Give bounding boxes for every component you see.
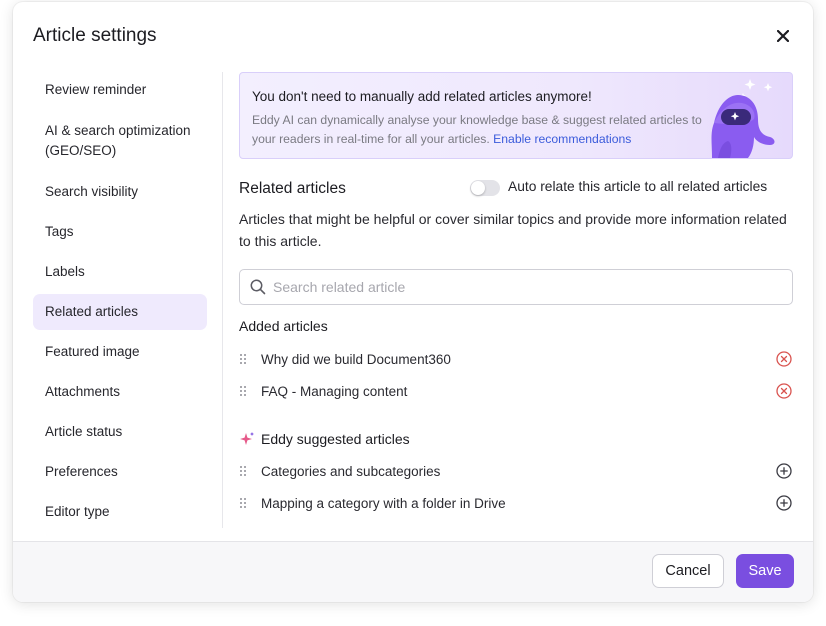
sidebar-item-label: Editor type (45, 504, 110, 519)
cancel-button[interactable]: Cancel (652, 554, 724, 588)
add-circle-icon (776, 463, 792, 479)
add-article-button[interactable] (775, 462, 793, 480)
sidebar-item-related-articles[interactable]: Related articles (33, 294, 207, 330)
related-articles-description: Articles that might be helpful or cover … (239, 211, 787, 249)
sidebar-item-featured-image[interactable]: Featured image (33, 334, 207, 370)
sidebar-item-preferences[interactable]: Preferences (33, 454, 207, 490)
drag-handle-icon[interactable] (239, 497, 261, 509)
auto-relate-label: Auto relate this article to all related … (508, 179, 768, 194)
added-articles-title: Added articles (239, 318, 328, 334)
remove-article-button[interactable] (775, 350, 793, 368)
sidebar-item-review-reminder[interactable]: Review reminder (33, 72, 207, 108)
drag-handle-icon[interactable] (239, 353, 261, 365)
sidebar-item-label: Review reminder (45, 82, 147, 97)
sidebar-item-tags[interactable]: Tags (33, 214, 207, 250)
sidebar-item-label: Search visibility (45, 184, 139, 199)
drag-handle-icon[interactable] (239, 385, 261, 397)
sparkle-icon (240, 432, 254, 445)
sidebar-item-label: Labels (45, 264, 85, 279)
sidebar-item-label: Featured image (45, 344, 140, 359)
close-icon (777, 30, 789, 42)
dialog-title: Article settings (33, 25, 157, 46)
search-icon (250, 279, 266, 295)
eddy-ai-banner: You don't need to manually add related a… (239, 72, 793, 159)
dialog-footer: Cancel Save (13, 541, 813, 602)
sidebar-item-label: Preferences (45, 464, 118, 479)
search-input[interactable] (273, 270, 773, 304)
banner-text: Eddy AI can dynamically analyse your kno… (252, 111, 722, 149)
sidebar-item-ai-search-optimization[interactable]: AI & search optimization (GEO/SEO) (33, 112, 207, 170)
sidebar-divider (222, 72, 223, 528)
add-article-button[interactable] (775, 494, 793, 512)
article-settings-dialog: Article settings Review reminder AI & se… (13, 2, 813, 602)
toggle-knob (471, 181, 485, 195)
sidebar-item-attachments[interactable]: Attachments (33, 374, 207, 410)
sidebar-item-label: Attachments (45, 384, 121, 399)
banner-description: Eddy AI can dynamically analyse your kno… (252, 113, 702, 146)
drag-handle-icon[interactable] (239, 465, 261, 477)
sidebar-item-label: Related articles (45, 304, 139, 319)
sidebar-item-labels[interactable]: Labels (33, 254, 207, 290)
sidebar-item-label: Article status (45, 424, 123, 439)
remove-article-button[interactable] (775, 382, 793, 400)
list-item-label: Why did we build Document360 (261, 351, 451, 367)
close-button[interactable] (771, 24, 795, 48)
sidebar-item-search-visibility[interactable]: Search visibility (33, 174, 207, 210)
sidebar-item-article-status[interactable]: Article status (33, 414, 207, 450)
banner-title: You don't need to manually add related a… (252, 89, 592, 104)
list-item-label: Categories and subcategories (261, 463, 441, 479)
list-item: Categories and subcategories (239, 459, 793, 483)
settings-sidebar: Review reminder AI & search optimization… (33, 72, 207, 534)
remove-circle-icon (776, 383, 792, 399)
sidebar-item-label: AI & search optimization (GEO/SEO) (45, 123, 191, 158)
remove-circle-icon (776, 351, 792, 367)
list-item: Mapping a category with a folder in Driv… (239, 491, 793, 515)
add-circle-icon (776, 495, 792, 511)
list-item-label: Mapping a category with a folder in Driv… (261, 495, 506, 511)
octopus-mascot-icon (711, 79, 775, 158)
list-item-label: FAQ - Managing content (261, 383, 408, 399)
enable-recommendations-link[interactable]: Enable recommendations (493, 132, 631, 146)
auto-relate-toggle[interactable] (470, 180, 500, 196)
related-articles-panel: You don't need to manually add related a… (239, 72, 793, 528)
related-articles-title: Related articles (239, 180, 346, 197)
search-related-article-field (239, 269, 793, 305)
save-button[interactable]: Save (736, 554, 794, 588)
sidebar-item-editor-type[interactable]: Editor type (33, 494, 207, 530)
list-item: FAQ - Managing content (239, 379, 793, 403)
eddy-suggested-title: Eddy suggested articles (261, 431, 410, 447)
sidebar-item-label: Tags (45, 224, 74, 239)
list-item: Why did we build Document360 (239, 347, 793, 371)
